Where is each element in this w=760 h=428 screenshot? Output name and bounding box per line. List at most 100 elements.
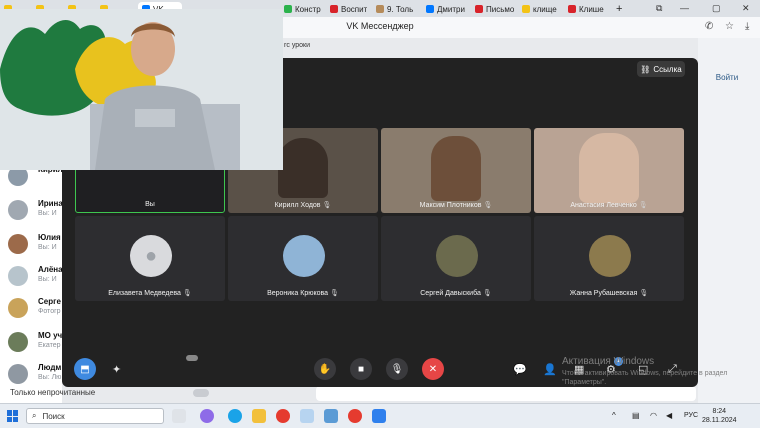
network-icon[interactable]: ▤	[632, 411, 640, 420]
tab-11[interactable]: клище	[522, 2, 557, 16]
contact-preview: Екатер	[38, 342, 61, 349]
tab-10[interactable]: Письмо	[475, 2, 514, 16]
chat-button[interactable]: 💬	[513, 363, 527, 376]
participant-tile[interactable]: Вероника Крюкова 🎙	[228, 216, 378, 301]
camera-button[interactable]: ■	[350, 358, 372, 380]
tab-label: Письмо	[486, 4, 515, 14]
list-item[interactable]: МО уч Екатер	[8, 330, 68, 354]
mic-muted-icon: 🎙	[322, 202, 332, 209]
link-icon: ⛓	[640, 64, 651, 74]
windows-activation-subtitle: Чтобы активировать Windows, перейдите в …	[562, 370, 728, 386]
participant-name: Анастасия Левченко	[570, 202, 637, 209]
windows-start-icon[interactable]	[7, 410, 19, 422]
microphone-icon: 🎙	[390, 363, 404, 375]
copilot-icon[interactable]	[200, 409, 214, 423]
participant-tile[interactable]: Жанна Рубашевская 🎙	[534, 216, 684, 301]
camera-scene	[0, 9, 283, 170]
tab-label: Воспит	[341, 4, 368, 14]
photos-icon[interactable]	[300, 409, 314, 423]
avatar	[8, 234, 28, 254]
wifi-icon[interactable]: ◠	[650, 411, 657, 420]
close-window-icon[interactable]: ✕	[742, 3, 750, 14]
taskbar-search-input[interactable]: ⌕ Поиск	[26, 408, 164, 424]
login-button[interactable]: Войти	[703, 71, 751, 85]
chat-title-fragment: гс уроки	[284, 42, 311, 49]
list-item[interactable]: Ирина Вы: И	[8, 198, 68, 222]
tab-8[interactable]: 9. Толь	[376, 2, 413, 16]
tab-favicon	[568, 5, 576, 13]
unread-toggle[interactable]	[193, 389, 209, 397]
participant-tile[interactable]: Анастасия Левченко 🎙	[534, 128, 684, 213]
clock-time: 8:24	[712, 408, 727, 415]
language-indicator[interactable]: РУС	[684, 412, 698, 419]
tab-6[interactable]: Констр	[284, 2, 321, 16]
avatar	[8, 298, 28, 318]
tab-favicon	[475, 5, 483, 13]
contact-name: МО уч	[38, 331, 63, 340]
tab-label: клище	[533, 4, 557, 14]
unread-filter-label: Только непрочитанные	[10, 388, 96, 397]
raise-hand-button[interactable]: ✋	[314, 358, 336, 380]
end-call-button[interactable]: ✕	[422, 358, 444, 380]
download-icon[interactable]: ⤓	[745, 21, 749, 32]
new-tab-button[interactable]: +	[616, 2, 622, 16]
mic-muted-icon: 🎙	[330, 290, 339, 297]
list-item[interactable]: Серге Фотогр	[8, 296, 68, 320]
contact-preview: Вы: И	[38, 244, 57, 251]
clock[interactable]: 8:24 28.11.2024	[702, 407, 737, 425]
tab-7[interactable]: Воспит	[330, 2, 367, 16]
tab-actions-icon[interactable]: ⧉	[656, 3, 662, 14]
tab-12[interactable]: Клише	[568, 2, 604, 16]
self-camera-preview[interactable]	[0, 9, 283, 170]
volume-icon[interactable]: ◀	[666, 411, 672, 420]
share-screen-button[interactable]: ⬒	[74, 358, 96, 380]
link-button[interactable]: ⛓ Ссылка	[637, 61, 685, 77]
file-explorer-icon[interactable]	[252, 409, 266, 423]
avatar	[283, 235, 325, 277]
tab-favicon	[376, 5, 384, 13]
tray-chevron-icon[interactable]: ^	[612, 411, 616, 420]
participant-name: Елизавета Медведева	[108, 290, 181, 297]
contact-name: Людм	[38, 363, 62, 372]
effects-button[interactable]: ✦	[112, 363, 121, 376]
search-icon: ⌕	[32, 411, 37, 420]
camera-icon: ■	[357, 363, 365, 375]
participant-name: Жанна Рубашевская	[569, 290, 638, 297]
participant-name: Сергей Давыскиба	[420, 290, 481, 297]
minimize-icon[interactable]: —	[680, 3, 689, 13]
tab-label: 9. Толь	[387, 4, 414, 14]
yandex-icon[interactable]	[276, 409, 290, 423]
list-item[interactable]: Людм Вы: Лю	[8, 362, 68, 386]
participant-tile[interactable]: Сергей Давыскиба 🎙	[381, 216, 531, 301]
app-icon[interactable]	[324, 409, 338, 423]
avatar	[8, 364, 28, 384]
participant-tile[interactable]: Максим Плотников 🎙	[381, 128, 531, 213]
contact-preview: Вы: Лю	[38, 374, 62, 381]
participant-video	[431, 136, 481, 201]
avatar	[8, 332, 28, 352]
participants-icon: 👤	[543, 364, 557, 376]
microphone-button[interactable]: 🎙	[386, 358, 408, 380]
participant-name: Вероника Крюкова	[267, 290, 329, 297]
hand-icon: ✋	[318, 363, 332, 375]
yandex-browser-icon[interactable]	[348, 409, 362, 423]
participants-button[interactable]: 👤	[543, 363, 557, 376]
tab-label: Констр	[295, 4, 321, 14]
task-view-icon[interactable]	[172, 409, 186, 423]
list-item[interactable]: Алёна Вы: И	[8, 264, 68, 288]
edge-icon[interactable]	[228, 409, 242, 423]
tab-favicon	[426, 5, 434, 13]
list-item[interactable]: Юлия Вы: И	[8, 232, 68, 256]
clock-date: 28.11.2024	[702, 417, 737, 424]
participant-tile[interactable]: ● Елизавета Медведева 🎙	[75, 216, 225, 301]
message-input[interactable]	[316, 386, 696, 401]
phone-icon[interactable]: ✆	[705, 21, 713, 32]
tab-9[interactable]: Дмитри	[426, 2, 465, 16]
maximize-icon[interactable]: ▢	[712, 3, 721, 14]
vk-right-panel	[698, 38, 760, 403]
media-player-icon[interactable]	[372, 409, 386, 423]
participant-video	[579, 133, 639, 203]
tab-favicon	[330, 5, 338, 13]
contact-preview: Вы: И	[38, 276, 57, 283]
bookmark-icon[interactable]: ☆	[725, 21, 734, 32]
